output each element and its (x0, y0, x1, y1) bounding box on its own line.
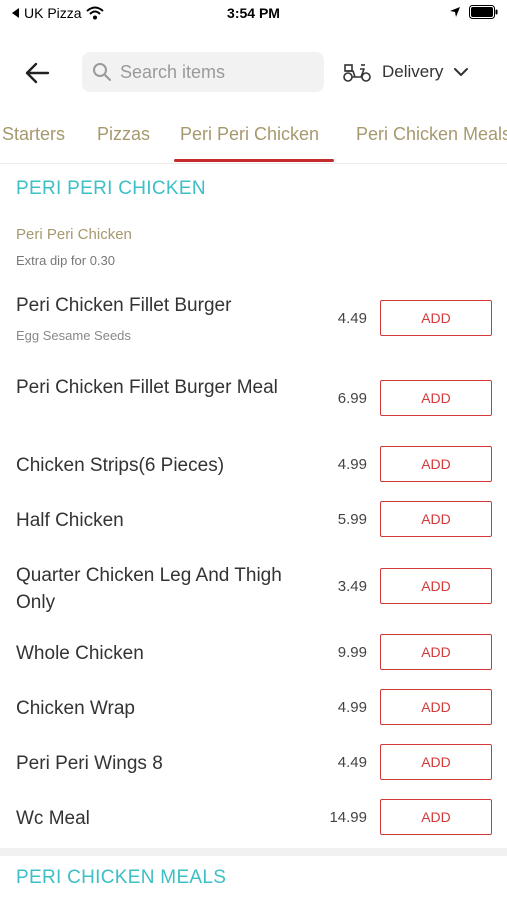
section-heading: PERI PERI CHICKEN (16, 178, 206, 199)
item-name: Quarter Chicken Leg And Thigh Only (16, 565, 282, 613)
add-button[interactable]: ADD (380, 799, 492, 835)
search-input[interactable] (120, 61, 310, 83)
tab-peri-peri-chicken[interactable]: Peri Peri Chicken (180, 124, 319, 145)
item-name: Peri Chicken Fillet Burger Meal (16, 377, 278, 398)
tab-pizzas[interactable]: Pizzas (97, 124, 150, 145)
status-time: 3:54 PM (227, 5, 280, 21)
item-price: 4.99 (337, 699, 367, 716)
chevron-down-icon (454, 68, 469, 76)
item-price: 3.49 (337, 578, 367, 595)
tab-peri-chicken-meals[interactable]: Peri Chicken Meals (356, 124, 507, 145)
item-price: 14.99 (329, 809, 367, 826)
location-arrow-icon (450, 7, 460, 17)
delivery-selector[interactable]: Delivery (342, 56, 469, 88)
section-note: Extra dip for 0.30 (16, 253, 115, 268)
item-price: 9.99 (337, 644, 367, 661)
next-section-heading: PERI CHICKEN MEALS (16, 867, 227, 888)
item-price: 4.49 (337, 754, 367, 771)
item-name: Chicken Wrap (16, 698, 135, 719)
status-right (449, 5, 499, 19)
item-price: 4.99 (337, 456, 367, 473)
arrow-left-icon (25, 62, 50, 84)
scooter-icon (343, 64, 371, 82)
item-name: Whole Chicken (16, 643, 144, 664)
add-button[interactable]: ADD (380, 446, 492, 482)
item-name: Half Chicken (16, 510, 124, 531)
item-name: Chicken Strips(6 Pieces) (16, 455, 225, 476)
search-box[interactable] (82, 52, 324, 92)
status-bar: UK Pizza 3:54 PM (0, 0, 507, 30)
delivery-label: Delivery (382, 62, 444, 81)
tab-starters[interactable]: Starters (2, 124, 65, 145)
item-name: Peri Chicken Fillet Burger (16, 295, 232, 316)
item-price: 4.49 (337, 310, 367, 327)
item-name: Wc Meal (16, 808, 90, 829)
search-icon (93, 63, 111, 81)
add-button[interactable]: ADD (380, 380, 492, 416)
item-name: Peri Peri Wings 8 (16, 753, 163, 774)
active-tab-indicator (174, 159, 334, 162)
add-button[interactable]: ADD (380, 689, 492, 725)
section-subtitle: Peri Peri Chicken (16, 226, 132, 243)
add-button[interactable]: ADD (380, 634, 492, 670)
category-tabs: Starters Pizzas Peri Peri Chicken Peri C… (0, 112, 507, 164)
add-button[interactable]: ADD (380, 501, 492, 537)
section-divider (0, 848, 507, 856)
add-button[interactable]: ADD (380, 568, 492, 604)
item-description: Egg Sesame Seeds (16, 328, 131, 343)
battery-icon (469, 5, 498, 19)
back-button[interactable] (20, 56, 54, 90)
add-button[interactable]: ADD (380, 300, 492, 336)
item-price: 5.99 (337, 511, 367, 528)
item-price: 6.99 (337, 390, 367, 407)
top-bar: Delivery (0, 46, 507, 98)
add-button[interactable]: ADD (380, 744, 492, 780)
